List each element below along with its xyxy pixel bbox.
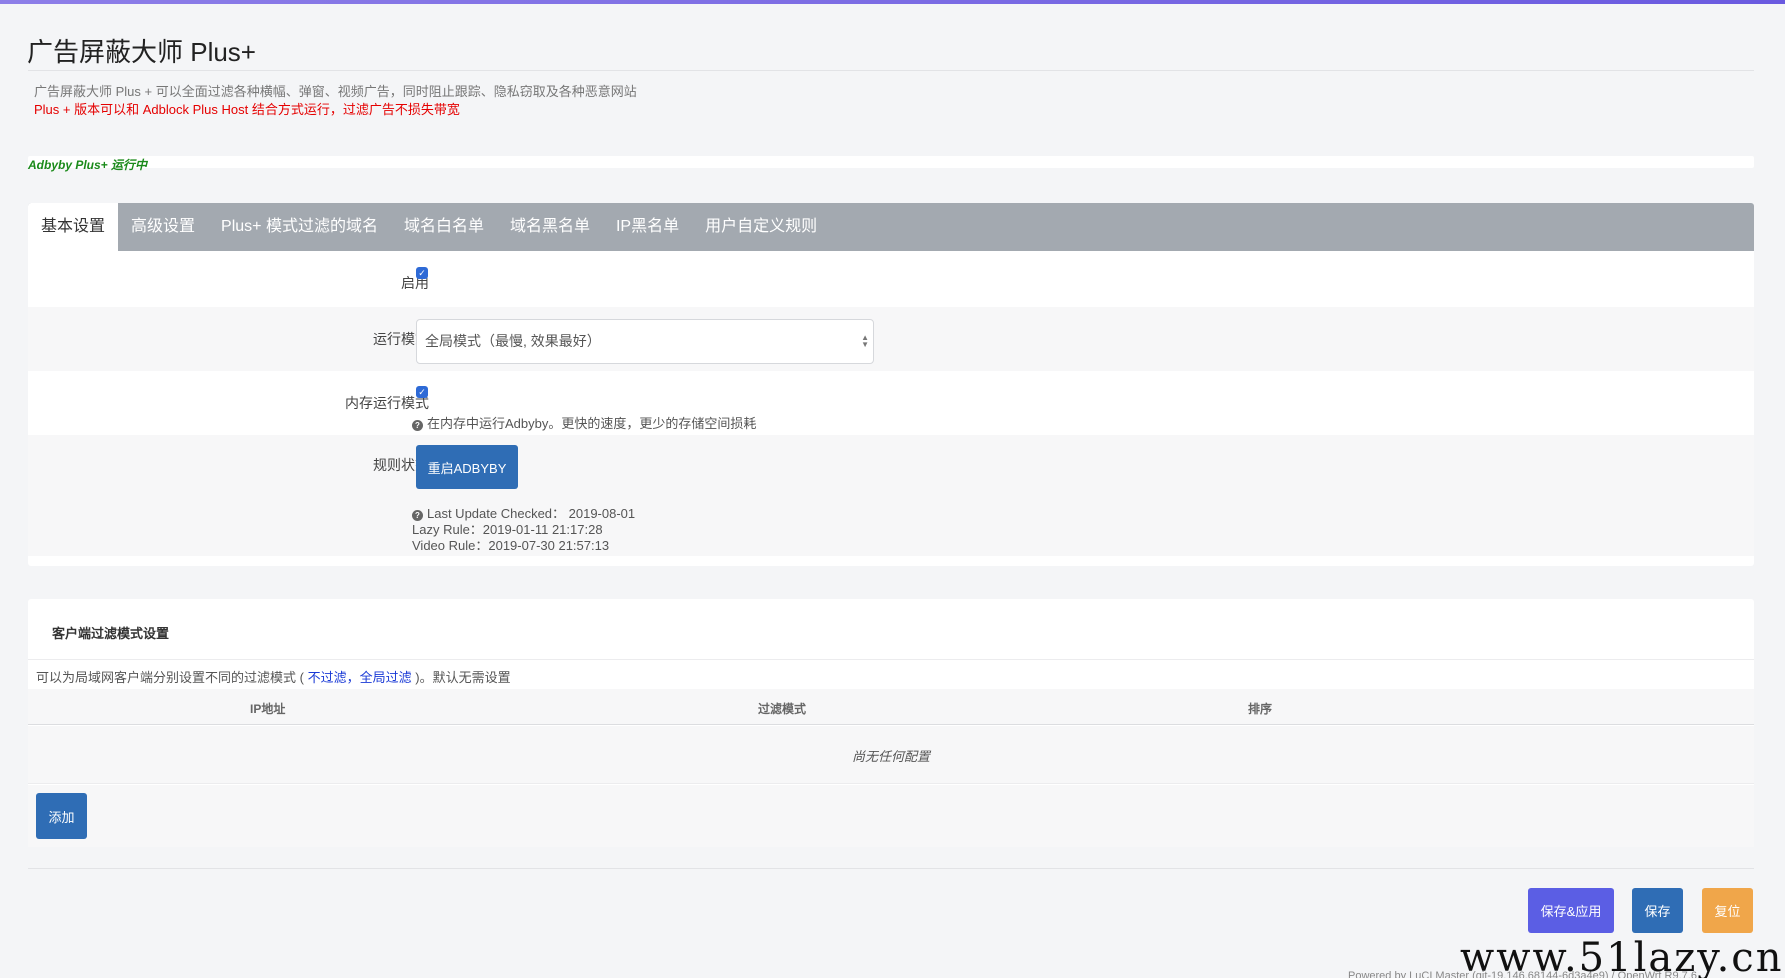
save-button[interactable]: 保存 bbox=[1632, 888, 1683, 933]
enable-row: 启用 ✓ bbox=[28, 251, 1754, 307]
page-notice: Plus + 版本可以和 Adblock Plus Host 结合方式运行，过滤… bbox=[34, 102, 460, 117]
empty-message: 尚无任何配置 bbox=[851, 749, 930, 764]
tab-bar: 基本设置 高级设置 Plus+ 模式过滤的域名 域名白名单 域名黑名单 IP黑名… bbox=[28, 203, 1754, 251]
global-filter-link[interactable]: 全局过滤 bbox=[360, 670, 412, 685]
select-arrows-icon: ▲ ▼ bbox=[861, 333, 869, 349]
no-filter-link[interactable]: 不过滤 bbox=[308, 670, 347, 685]
memory-hint: ? 在内存中运行Adbyby。更快的速度，更少的存储空间损耗 bbox=[412, 413, 756, 432]
client-filter-panel: 客户端过滤模式设置 可以为局域网客户端分别设置不同的过滤模式 ( 不过滤，全局过… bbox=[28, 599, 1754, 847]
video-rule-line: Video Rule：2019-07-30 21:57:13 bbox=[412, 538, 610, 553]
table-footer: 添加 bbox=[28, 785, 1754, 847]
page-description: 广告屏蔽大师 Plus + 可以全面过滤各种横幅、弹窗、视频广告，同时阻止跟踪、… bbox=[34, 84, 637, 99]
memory-hint-text: 在内存中运行Adbyby。更快的速度，更少的存储空间损耗 bbox=[427, 416, 757, 431]
add-client-button[interactable]: 添加 bbox=[36, 793, 87, 839]
desc-separator: ， bbox=[346, 670, 360, 685]
memory-row: 内存运行模式 ✓ ? 在内存中运行Adbyby。更快的速度，更少的存储空间损耗 bbox=[28, 371, 1754, 435]
enable-checkbox[interactable]: ✓ bbox=[416, 267, 428, 279]
top-accent-bar bbox=[0, 0, 1785, 4]
tab-plus-domains[interactable]: Plus+ 模式过滤的域名 bbox=[208, 203, 391, 251]
tab-ip-blacklist[interactable]: IP黑名单 bbox=[603, 203, 692, 251]
actions-divider bbox=[28, 868, 1754, 869]
col-filter-mode: 过滤模式 bbox=[758, 702, 807, 716]
title-divider bbox=[28, 70, 1754, 71]
mode-select-value: 全局模式（最慢, 效果最好） bbox=[425, 333, 601, 349]
client-section-description: 可以为局域网客户端分别设置不同的过滤模式 ( 不过滤，全局过滤 )。默认无需设置 bbox=[36, 667, 511, 686]
client-section-divider bbox=[28, 659, 1754, 660]
save-apply-button[interactable]: 保存&应用 bbox=[1528, 888, 1614, 933]
col-order: 排序 bbox=[1248, 702, 1273, 716]
page-title: 广告屏蔽大师 Plus+ bbox=[27, 37, 256, 67]
status-bar bbox=[28, 156, 1754, 168]
rule-status-row: 规则状态 重启ADBYBY ? Last Update Checked： 2019… bbox=[28, 435, 1754, 556]
tab-basic-settings[interactable]: 基本设置 bbox=[28, 203, 119, 251]
tab-domain-blacklist[interactable]: 域名黑名单 bbox=[497, 203, 603, 251]
client-table-header: IP地址 过滤模式 排序 bbox=[28, 689, 1754, 725]
desc-suffix: )。默认无需设置 bbox=[415, 670, 511, 685]
tab-custom-rules[interactable]: 用户自定义规则 bbox=[692, 203, 830, 251]
reset-button[interactable]: 复位 bbox=[1702, 888, 1753, 933]
table-empty-row: 尚无任何配置 bbox=[28, 726, 1754, 784]
mode-select[interactable]: 全局模式（最慢, 效果最好） ▲ ▼ bbox=[416, 319, 874, 364]
desc-prefix: 可以为局域网客户端分别设置不同的过滤模式 ( bbox=[36, 670, 304, 685]
tab-domain-whitelist[interactable]: 域名白名单 bbox=[391, 203, 497, 251]
basic-settings-panel: 基本设置 高级设置 Plus+ 模式过滤的域名 域名白名单 域名黑名单 IP黑名… bbox=[28, 203, 1754, 566]
help-icon: ? bbox=[412, 420, 423, 431]
tab-advanced-settings[interactable]: 高级设置 bbox=[118, 203, 208, 251]
mode-row: 运行模式 全局模式（最慢, 效果最好） ▲ ▼ bbox=[28, 307, 1754, 371]
running-status: Adbyby Plus+ 运行中 bbox=[28, 158, 148, 172]
client-section-title: 客户端过滤模式设置 bbox=[52, 626, 170, 641]
page-footer: Powered by LuCI Master (git-19.146.68144… bbox=[1348, 970, 1697, 978]
restart-adbyby-button[interactable]: 重启ADBYBY bbox=[416, 445, 518, 489]
col-ip-address: IP地址 bbox=[250, 702, 286, 716]
memory-checkbox[interactable]: ✓ bbox=[416, 386, 428, 398]
